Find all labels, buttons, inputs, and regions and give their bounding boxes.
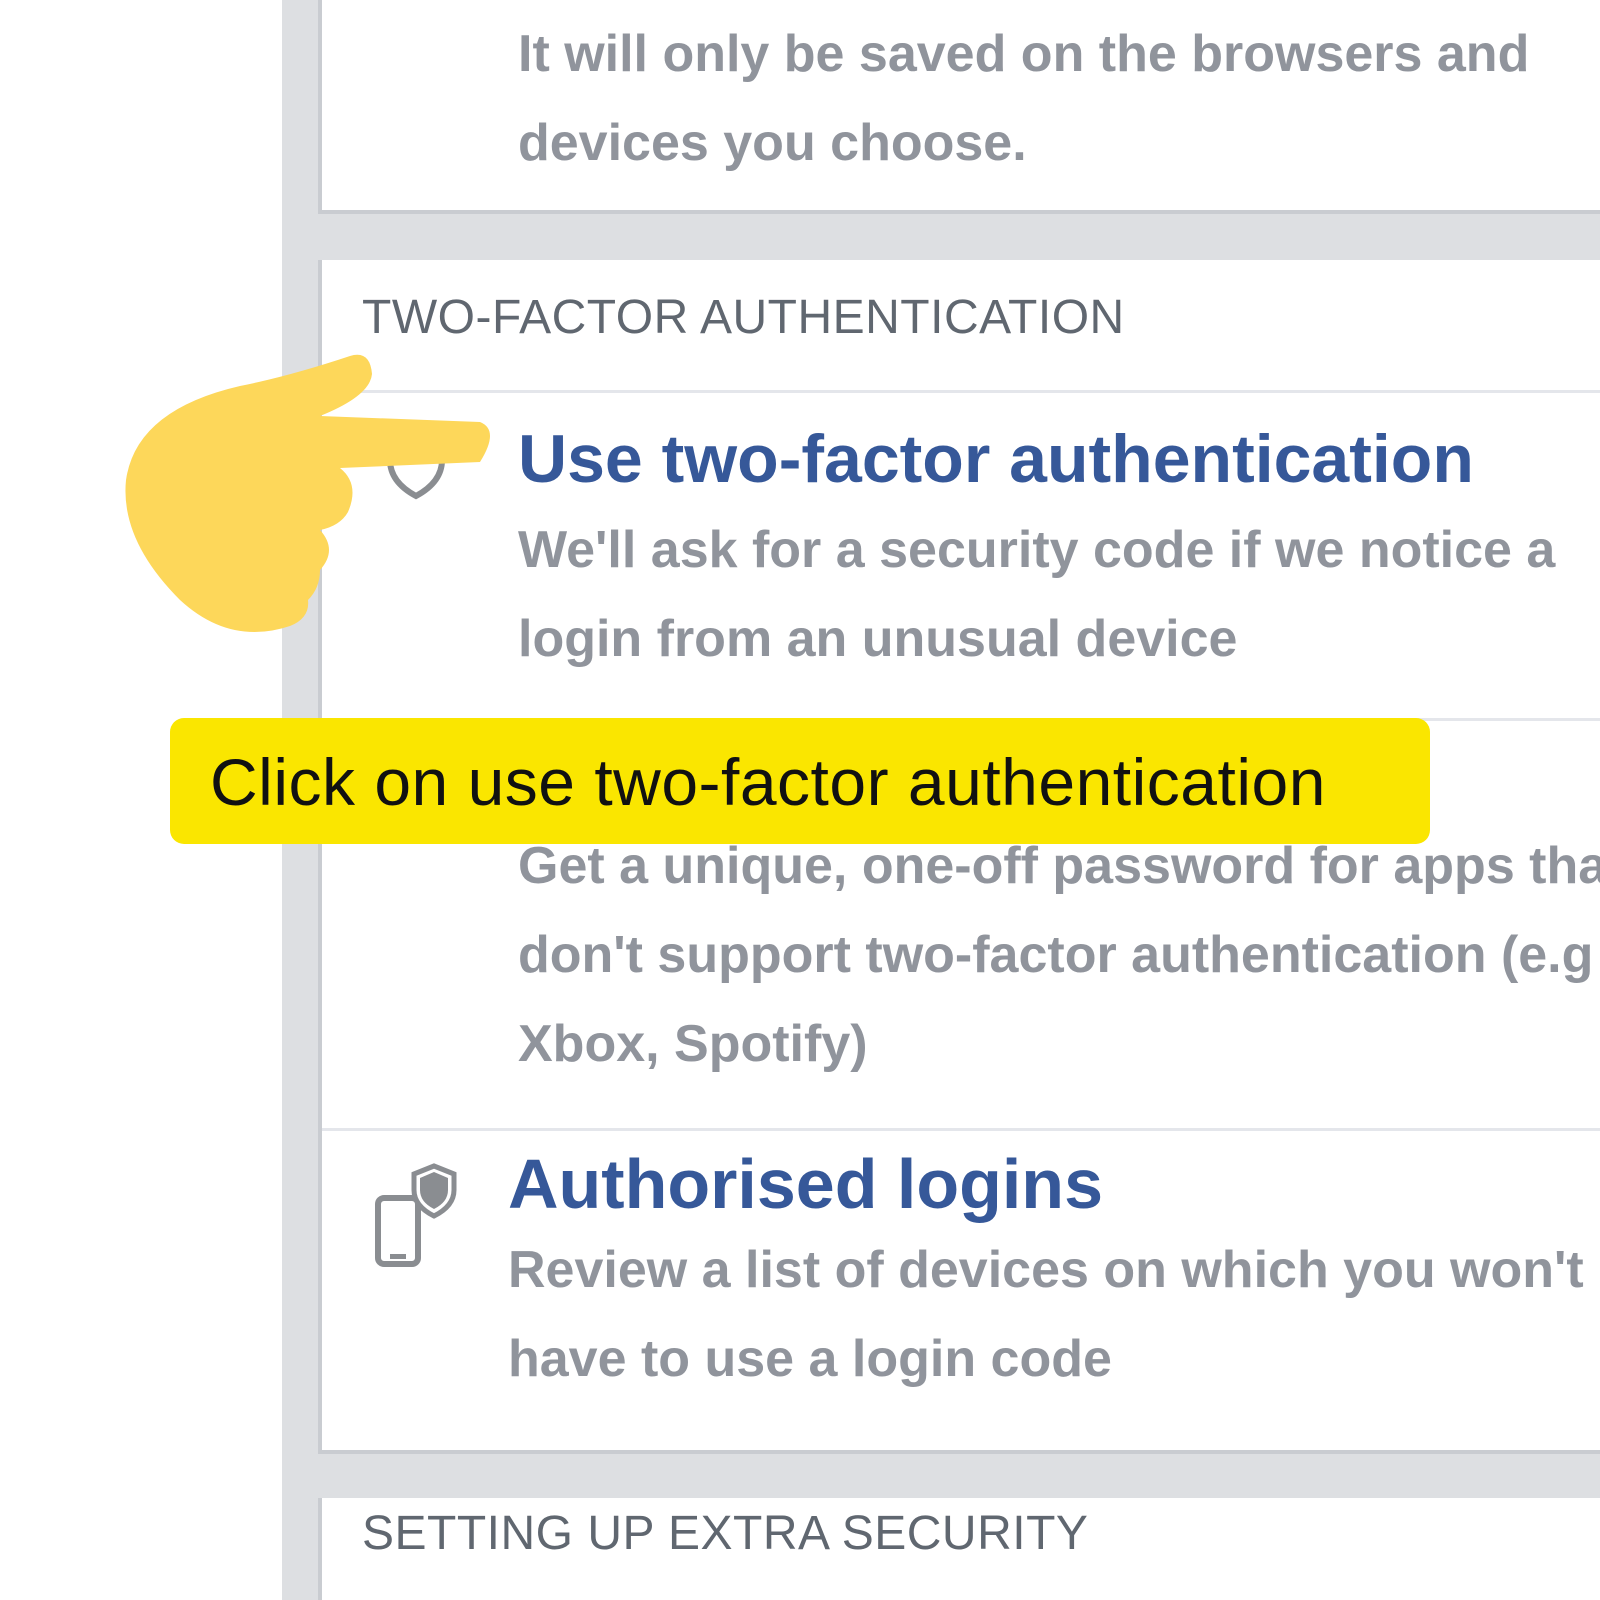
divider (322, 390, 1600, 393)
use-two-factor-link[interactable]: Use two-factor authentication (518, 420, 1474, 498)
saved-browsers-description: It will only be saved on the browsers an… (518, 25, 1530, 172)
use-two-factor-description: We'll ask for a security code if we noti… (518, 521, 1556, 668)
instruction-text: Click on use two-factor authentication (210, 745, 1326, 819)
app-passwords-description: Get a unique, one-off password for apps … (518, 837, 1600, 1073)
login-alerts-card: It will only be saved on the browsers an… (318, 0, 1600, 214)
pointing-hand-icon (120, 350, 500, 645)
authorised-logins-link[interactable]: Authorised logins (508, 1144, 1103, 1224)
authorised-logins-description: Review a list of devices on which you wo… (508, 1241, 1584, 1388)
two-factor-section: TWO-FACTOR AUTHENTICATION Use two-factor… (318, 260, 1600, 1454)
extra-security-section: SETTING UP EXTRA SECURITY (318, 1498, 1600, 1600)
instruction-callout: Click on use two-factor authentication (170, 718, 1430, 844)
section-header-extra-security: SETTING UP EXTRA SECURITY (362, 1507, 1089, 1560)
phone-shield-icon (372, 1162, 462, 1277)
divider (322, 1128, 1600, 1131)
section-header-two-factor: TWO-FACTOR AUTHENTICATION (362, 291, 1125, 344)
